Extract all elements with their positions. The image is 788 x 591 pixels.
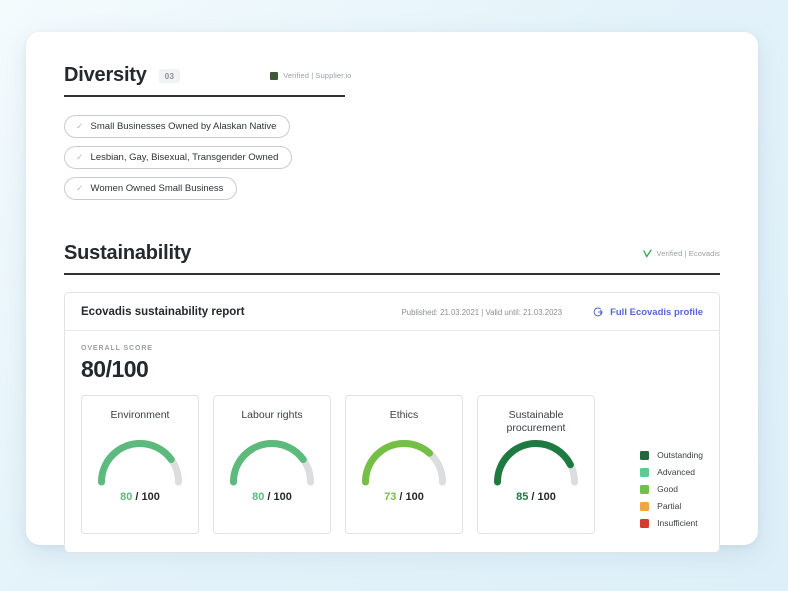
diversity-header: Diversity 03 Verified | Supplier.io xyxy=(64,32,720,87)
gauge-track xyxy=(98,440,182,486)
chip-label: Lesbian, Gay, Bisexual, Transgender Owne… xyxy=(90,152,279,163)
legend-swatch-icon xyxy=(640,450,650,460)
gauge-track xyxy=(230,440,314,486)
legend-item: Partial xyxy=(640,501,703,511)
profile-link-label: Full Ecovadis profile xyxy=(610,306,703,318)
score-card-value: 80 / 100 xyxy=(252,491,292,503)
chip-row: ✓ Small Businesses Owned by Alaskan Nati… xyxy=(64,115,720,146)
diversity-verified-tag: Verified | Supplier.io xyxy=(270,71,351,80)
gauge-chart xyxy=(230,440,314,486)
score-card: Environment 80 / 100 xyxy=(81,395,199,534)
chip-label: Women Owned Small Business xyxy=(90,183,224,194)
sustainability-verified-tag: Verified | Ecovadis xyxy=(642,249,720,258)
legend-swatch-icon xyxy=(640,518,650,528)
list-item[interactable]: ✓ Lesbian, Gay, Bisexual, Transgender Ow… xyxy=(64,146,293,169)
sustainability-verified-label: Verified | Ecovadis xyxy=(656,249,720,258)
check-icon: ✓ xyxy=(76,121,84,131)
overall-score-value: 80/100 xyxy=(81,356,149,382)
sustainability-title: Sustainability xyxy=(64,242,192,264)
gauge-value-arc xyxy=(362,440,446,486)
list-item[interactable]: ✓ Small Businesses Owned by Alaskan Nati… xyxy=(64,115,291,138)
legend-item: Insufficient xyxy=(640,518,703,528)
chip-label: Small Businesses Owned by Alaskan Native xyxy=(90,121,277,132)
sustainability-header: Sustainability Verified | Ecovadis xyxy=(64,242,720,265)
full-ecovadis-profile-link[interactable]: Full Ecovadis profile xyxy=(592,306,703,318)
score-card-title: Labour rights xyxy=(241,409,303,421)
legend-item: Good xyxy=(640,484,703,494)
gauge-chart xyxy=(362,440,446,486)
gauge-track xyxy=(494,440,578,486)
score-card-title: Ethics xyxy=(389,409,419,421)
gauge-value-arc xyxy=(98,440,182,486)
score-number: 80 xyxy=(120,491,133,503)
legend-item: Outstanding xyxy=(640,450,703,460)
chip-row: ✓ Women Owned Small Business xyxy=(64,177,720,208)
supplier-verified-icon xyxy=(270,71,279,80)
legend-swatch-icon xyxy=(640,484,650,494)
circular-arrow-icon xyxy=(593,307,603,317)
score-max: / 100 xyxy=(267,491,292,503)
legend-swatch-icon xyxy=(640,467,650,477)
diversity-chip-list: ✓ Small Businesses Owned by Alaskan Nati… xyxy=(64,115,720,208)
overall-score-label: OVERALL SCORE xyxy=(81,345,153,352)
diversity-divider xyxy=(64,95,345,97)
ecovadis-verified-icon xyxy=(642,249,652,258)
score-max: / 100 xyxy=(531,491,556,503)
report-dates: Published: 21.03.2021 | Valid until: 21.… xyxy=(401,307,563,317)
legend: Outstanding Advanced Good Partial Insufficie… xyxy=(640,450,703,528)
score-card: Sustainable procurement 85 / 100 xyxy=(477,395,595,534)
check-icon: ✓ xyxy=(76,183,84,193)
sustainability-divider xyxy=(64,273,720,275)
page-title: Diversity xyxy=(64,64,147,86)
score-card-title: Sustainable procurement xyxy=(506,409,566,435)
gauge-chart xyxy=(98,440,182,486)
diversity-count-badge: 03 xyxy=(158,68,181,83)
check-icon: ✓ xyxy=(76,152,84,162)
legend-swatch-icon xyxy=(640,501,650,511)
legend-label: Good xyxy=(657,484,678,494)
content-card: Diversity 03 Verified | Supplier.io ✓ Sm… xyxy=(26,32,758,553)
report-title: Ecovadis sustainability report xyxy=(81,306,245,318)
diversity-verified-label: Verified | Supplier.io xyxy=(283,71,352,80)
report-body: OVERALL SCORE 80/100 Environment 80 / 100… xyxy=(65,331,719,552)
gauge-value-arc xyxy=(230,440,314,486)
page-background: Diversity 03 Verified | Supplier.io ✓ Sm… xyxy=(0,0,788,591)
legend-label: Advanced xyxy=(657,467,695,477)
ecovadis-report-card: Ecovadis sustainability report Published… xyxy=(64,292,720,553)
legend-label: Outstanding xyxy=(657,450,703,460)
score-number: 73 xyxy=(384,491,397,503)
score-number: 80 xyxy=(252,491,265,503)
report-header: Ecovadis sustainability report Published… xyxy=(65,293,719,331)
score-number: 85 xyxy=(516,491,529,503)
score-card: Labour rights 80 / 100 xyxy=(213,395,331,534)
score-card-value: 80 / 100 xyxy=(120,491,160,503)
score-card-title: Environment xyxy=(110,409,170,421)
score-max: / 100 xyxy=(135,491,160,503)
gauge-value-arc xyxy=(494,440,578,486)
score-card: Ethics 73 / 100 xyxy=(345,395,463,534)
legend-label: Insufficient xyxy=(657,518,698,528)
gauge-chart xyxy=(494,440,578,486)
legend-label: Partial xyxy=(657,501,682,511)
score-max: / 100 xyxy=(399,491,424,503)
gauge-track xyxy=(362,440,446,486)
score-card-value: 85 / 100 xyxy=(516,491,556,503)
list-item[interactable]: ✓ Women Owned Small Business xyxy=(64,177,238,200)
legend-item: Advanced xyxy=(640,467,703,477)
chip-row: ✓ Lesbian, Gay, Bisexual, Transgender Ow… xyxy=(64,146,720,177)
score-card-value: 73 / 100 xyxy=(384,491,424,503)
score-card-list: Environment 80 / 100 Labour rights 80 / 100… xyxy=(81,395,703,534)
